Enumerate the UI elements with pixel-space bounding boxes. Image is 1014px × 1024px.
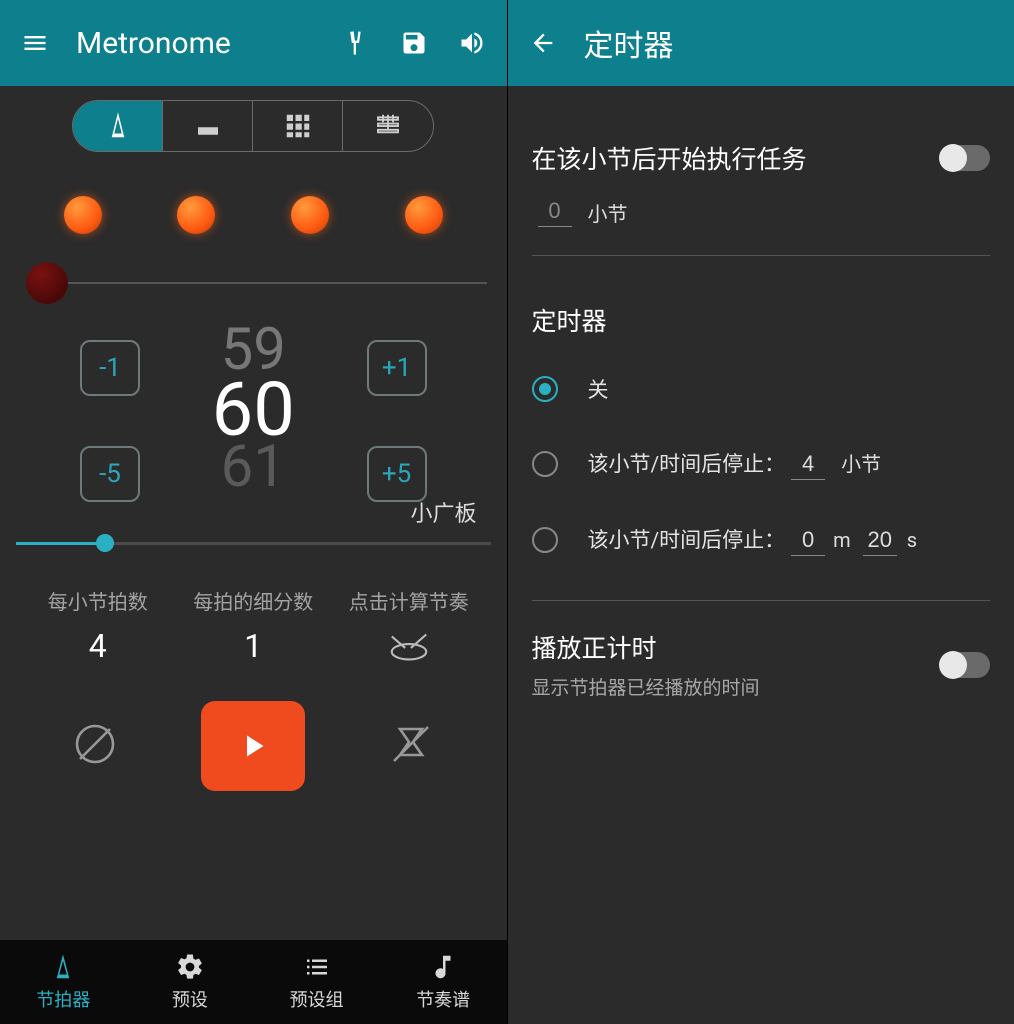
timer-option-off[interactable]: 关 [532, 374, 991, 404]
mode-tab-drums[interactable] [163, 101, 253, 151]
tap-tempo-label: 点击计算节奏 [331, 586, 487, 615]
app-title: Metronome [76, 26, 231, 61]
radio-time-label: 该小节/时间后停止： [588, 524, 786, 554]
minutes-input[interactable] [791, 527, 825, 556]
beats-per-bar-label: 每小节拍数 [20, 586, 176, 615]
mode-tab-metronome[interactable] [73, 101, 163, 151]
nav-label: 预设 [172, 986, 208, 1012]
play-button[interactable] [201, 701, 305, 791]
beat-dot-3[interactable] [291, 196, 329, 234]
timer-option-time[interactable]: 该小节/时间后停止： m s [532, 524, 991, 556]
bpm-value-next: 61 [221, 444, 286, 490]
nav-label: 节拍器 [36, 986, 90, 1012]
subdivision-label: 每拍的细分数 [176, 586, 332, 615]
mute-icon[interactable] [70, 719, 120, 773]
menu-icon[interactable] [18, 26, 52, 60]
mode-tab-pads[interactable] [253, 101, 343, 151]
mode-tab-tracks[interactable] [343, 101, 433, 151]
bars-unit: 小节 [841, 448, 881, 477]
beat-dot-1[interactable] [64, 196, 102, 234]
radio-off[interactable] [532, 376, 558, 402]
start-after-unit: 小节 [588, 198, 628, 227]
nav-metronome[interactable]: 节拍器 [0, 940, 127, 1024]
page-title: 定时器 [584, 21, 674, 65]
back-icon[interactable] [526, 26, 560, 60]
appbar-right: 定时器 [508, 0, 1014, 86]
beats-per-bar-value: 4 [20, 627, 176, 665]
mode-segmented [0, 86, 507, 162]
divider [532, 255, 991, 256]
beat-dot-4[interactable] [405, 196, 443, 234]
start-after-toggle[interactable] [940, 145, 990, 171]
appbar-left: Metronome [0, 0, 507, 86]
start-after-input[interactable] [538, 198, 572, 227]
radio-bars[interactable] [532, 451, 558, 477]
bottom-nav: 节拍器 预设 预设组 节奏谱 [0, 940, 507, 1024]
transport-row [0, 667, 507, 801]
elapsed-title: 播放正计时 [532, 629, 941, 665]
settings-triple: 每小节拍数 4 每拍的细分数 1 点击计算节奏 [0, 562, 507, 667]
tuning-fork-icon[interactable] [339, 26, 373, 60]
subdivision-slider[interactable] [0, 244, 507, 314]
elapsed-subtitle: 显示节拍器已经播放的时间 [532, 673, 941, 700]
subdivision-thumb[interactable] [26, 262, 68, 304]
radio-off-label: 关 [588, 374, 609, 404]
nav-presets[interactable]: 预设 [127, 940, 254, 1024]
bpm-picker: -1 +1 -5 +5 59 60 61 [0, 314, 507, 490]
bars-input[interactable] [791, 451, 825, 480]
radio-bars-label: 该小节/时间后停止： [588, 448, 786, 478]
seconds-unit: s [907, 528, 917, 552]
volume-icon[interactable] [455, 26, 489, 60]
beat-dot-2[interactable] [177, 196, 215, 234]
tempo-slider[interactable] [0, 528, 507, 562]
seconds-input[interactable] [863, 527, 897, 556]
tap-tempo[interactable]: 点击计算节奏 [331, 586, 487, 667]
radio-time[interactable] [532, 527, 558, 553]
tempo-slider-thumb[interactable] [96, 534, 114, 552]
subdivision-value: 1 [176, 627, 332, 665]
beat-indicators [0, 162, 507, 244]
nav-label: 预设组 [290, 986, 344, 1012]
metronome-panel: Metronome [0, 0, 508, 1024]
divider [532, 600, 991, 601]
nav-preset-groups[interactable]: 预设组 [253, 940, 380, 1024]
start-after-label: 在该小节后开始执行任务 [532, 140, 941, 176]
nav-label: 节奏谱 [416, 986, 470, 1012]
timer-panel: 定时器 在该小节后开始执行任务 小节 定时器 关 该小节/时间后停止： 小节 [508, 0, 1014, 1024]
save-icon[interactable] [397, 26, 431, 60]
timer-disabled-icon[interactable] [386, 719, 436, 773]
beats-per-bar[interactable]: 每小节拍数 4 [20, 586, 176, 667]
minutes-unit: m [833, 528, 851, 552]
subdivision-cell[interactable]: 每拍的细分数 1 [176, 586, 332, 667]
drumstick-icon [331, 625, 487, 667]
nav-rhythm-sheet[interactable]: 节奏谱 [380, 940, 507, 1024]
elapsed-toggle[interactable] [940, 652, 990, 678]
timer-section-title: 定时器 [532, 302, 991, 338]
timer-option-bars[interactable]: 该小节/时间后停止： 小节 [532, 448, 991, 480]
